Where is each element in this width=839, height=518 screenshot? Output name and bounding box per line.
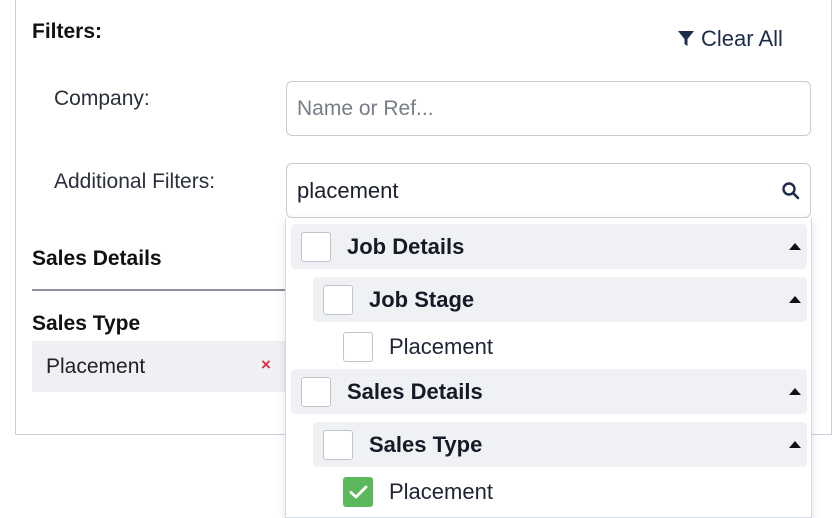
collapse-caret-icon[interactable] (789, 440, 801, 448)
filter-icon (678, 31, 694, 46)
sales-type-title: Sales Type (32, 312, 141, 335)
dropdown-group-sales-details[interactable]: Sales Details (291, 369, 807, 414)
job-details-label: Job Details (347, 233, 465, 259)
sales-type-chip: Placement × (32, 341, 288, 392)
sales-details-title: Sales Details (32, 247, 162, 270)
company-label: Company: (54, 87, 150, 110)
chip-remove-icon[interactable]: × (261, 355, 271, 375)
collapse-caret-icon[interactable] (789, 242, 801, 250)
job-stage-placement-label: Placement (389, 334, 493, 359)
filters-title: Filters: (32, 20, 103, 43)
dropdown-group-job-stage[interactable]: Job Stage (313, 277, 807, 322)
search-icon[interactable] (781, 181, 801, 201)
job-details-checkbox[interactable] (301, 231, 331, 262)
company-input[interactable] (286, 81, 811, 136)
clear-all-button[interactable]: Clear All (677, 26, 783, 52)
section-divider (32, 289, 292, 291)
sales-details-checkbox[interactable] (301, 376, 331, 407)
checkmark-icon (349, 485, 368, 499)
chip-label: Placement (46, 354, 146, 378)
clear-all-label: Clear All (701, 26, 783, 51)
job-stage-checkbox[interactable] (323, 284, 353, 315)
dropdown-group-sales-type[interactable]: Sales Type (313, 422, 807, 467)
additional-filters-label: Additional Filters: (54, 170, 216, 193)
sales-type-placement-label: Placement (389, 479, 493, 504)
sales-details-label: Sales Details (347, 378, 483, 404)
sales-type-label: Sales Type (369, 431, 483, 457)
dropdown-group-job-details[interactable]: Job Details (291, 224, 807, 269)
dropdown-option-job-stage-placement[interactable]: Placement (343, 330, 743, 364)
additional-filters-input[interactable] (287, 164, 757, 217)
sales-type-placement-checkbox[interactable] (343, 477, 373, 507)
sales-type-checkbox[interactable] (323, 429, 353, 460)
additional-filters-dropdown: Job Details Job Stage Placement Sales De… (285, 218, 812, 518)
collapse-caret-icon[interactable] (789, 387, 801, 395)
job-stage-label: Job Stage (369, 286, 475, 312)
collapse-caret-icon[interactable] (789, 295, 801, 303)
additional-filters-field[interactable] (286, 163, 811, 218)
job-stage-placement-checkbox[interactable] (343, 332, 373, 362)
dropdown-option-sales-type-placement[interactable]: Placement (343, 475, 743, 509)
